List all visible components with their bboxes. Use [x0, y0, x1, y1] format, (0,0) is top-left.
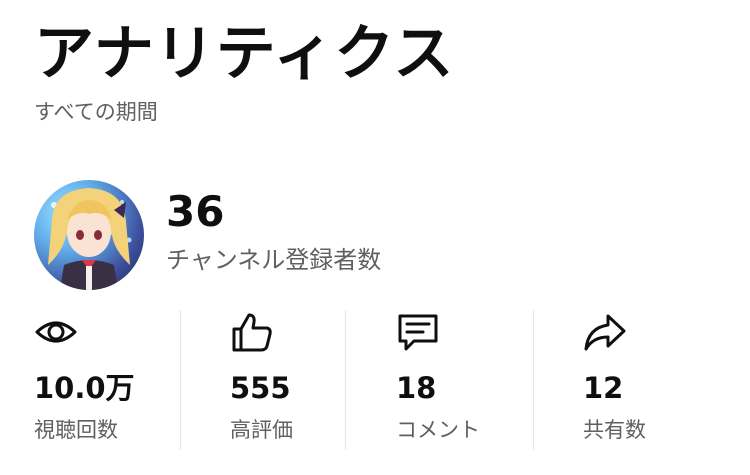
stat-value: 555	[230, 371, 291, 405]
page-title: アナリティクス	[34, 19, 455, 89]
avatar-image	[48, 188, 132, 290]
stat-label: 高評価	[230, 418, 293, 442]
comment-icon	[396, 310, 440, 354]
analytics-page: アナリティクス すべての期間 36 チャンネル登録者数 10.0万 視聴回数 5…	[0, 0, 750, 475]
subscriber-count: 36	[166, 187, 225, 236]
stats-row: 10.0万 視聴回数 555 高評価 18 コメント 12 共有数	[0, 310, 750, 450]
divider	[533, 310, 534, 450]
share-icon	[583, 310, 627, 354]
divider	[345, 310, 346, 450]
period-label[interactable]: すべての期間	[34, 98, 158, 126]
channel-summary: 36 チャンネル登録者数	[34, 180, 634, 290]
stat-label: コメント	[396, 418, 480, 442]
thumbs-up-icon	[230, 310, 274, 354]
stat-label: 共有数	[583, 418, 646, 442]
divider	[180, 310, 181, 450]
stat-value: 18	[396, 371, 437, 405]
eye-icon	[34, 310, 78, 354]
subscriber-label: チャンネル登録者数	[166, 246, 382, 274]
avatar[interactable]	[34, 180, 144, 290]
stat-value: 12	[583, 371, 624, 405]
stat-label: 視聴回数	[34, 418, 118, 442]
stat-value: 10.0万	[34, 371, 135, 405]
